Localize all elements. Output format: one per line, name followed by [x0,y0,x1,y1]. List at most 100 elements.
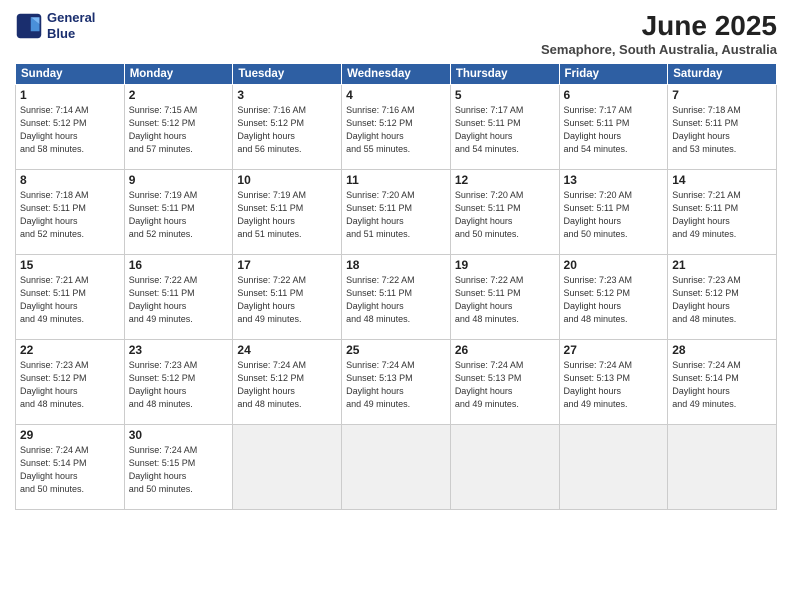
calendar-cell: 2 Sunrise: 7:15 AMSunset: 5:12 PMDaylight… [124,85,233,170]
day-info: Sunrise: 7:23 AMSunset: 5:12 PMDaylight … [129,359,229,411]
col-friday: Friday [559,64,668,85]
day-info: Sunrise: 7:24 AMSunset: 5:12 PMDaylight … [237,359,337,411]
calendar-cell [559,425,668,510]
calendar-cell: 18 Sunrise: 7:22 AMSunset: 5:11 PMDayligh… [342,255,451,340]
day-number: 18 [346,258,446,272]
col-tuesday: Tuesday [233,64,342,85]
calendar-week-row: 8 Sunrise: 7:18 AMSunset: 5:11 PMDaylight… [16,170,777,255]
calendar-page: General Blue June 2025 Semaphore, South … [0,0,792,612]
day-number: 13 [564,173,664,187]
day-number: 7 [672,88,772,102]
day-number: 9 [129,173,229,187]
day-number: 4 [346,88,446,102]
col-thursday: Thursday [450,64,559,85]
calendar-cell: 30 Sunrise: 7:24 AMSunset: 5:15 PMDayligh… [124,425,233,510]
calendar-cell: 9Sunrise: 7:19 AMSunset: 5:11 PMDaylight… [124,170,233,255]
calendar-cell: 8 Sunrise: 7:18 AMSunset: 5:11 PMDaylight… [16,170,125,255]
calendar-cell: 19 Sunrise: 7:22 AMSunset: 5:11 PMDayligh… [450,255,559,340]
calendar-cell: 26Sunrise: 7:24 AMSunset: 5:13 PMDayligh… [450,340,559,425]
col-saturday: Saturday [668,64,777,85]
calendar-cell: 17Sunrise: 7:22 AMSunset: 5:11 PMDayligh… [233,255,342,340]
calendar-header-row: Sunday Monday Tuesday Wednesday Thursday… [16,64,777,85]
logo-text-line1: General [47,10,95,26]
calendar-cell: 20 Sunrise: 7:23 AMSunset: 5:12 PMDayligh… [559,255,668,340]
page-header: General Blue June 2025 Semaphore, South … [15,10,777,57]
day-number: 30 [129,428,229,442]
day-info: Sunrise: 7:20 AMSunset: 5:11 PMDaylight … [455,189,555,241]
day-info: Sunrise: 7:20 AMSunset: 5:11 PMDaylight … [564,189,664,241]
calendar-cell: 29Sunrise: 7:24 AMSunset: 5:14 PMDayligh… [16,425,125,510]
day-info: Sunrise: 7:16 AMSunset: 5:12 PMDaylight … [237,104,337,156]
calendar-week-row: 15Sunrise: 7:21 AMSunset: 5:11 PMDayligh… [16,255,777,340]
day-number: 14 [672,173,772,187]
day-info: Sunrise: 7:15 AMSunset: 5:12 PMDaylight … [129,104,229,156]
day-number: 19 [455,258,555,272]
calendar-cell: 25 Sunrise: 7:24 AMSunset: 5:13 PMDayligh… [342,340,451,425]
calendar-cell: 3 Sunrise: 7:16 AMSunset: 5:12 PMDaylight… [233,85,342,170]
day-info: Sunrise: 7:17 AMSunset: 5:11 PMDaylight … [455,104,555,156]
day-info: Sunrise: 7:23 AMSunset: 5:12 PMDaylight … [20,359,120,411]
logo: General Blue [15,10,95,41]
day-number: 2 [129,88,229,102]
calendar-week-row: 29Sunrise: 7:24 AMSunset: 5:14 PMDayligh… [16,425,777,510]
day-info: Sunrise: 7:24 AMSunset: 5:13 PMDaylight … [564,359,664,411]
calendar-cell [233,425,342,510]
day-info: Sunrise: 7:14 AMSunset: 5:12 PMDaylight … [20,104,120,156]
calendar-cell: 15Sunrise: 7:21 AMSunset: 5:11 PMDayligh… [16,255,125,340]
calendar-cell: 22 Sunrise: 7:23 AMSunset: 5:12 PMDayligh… [16,340,125,425]
day-number: 17 [237,258,337,272]
day-number: 5 [455,88,555,102]
day-info: Sunrise: 7:16 AMSunset: 5:12 PMDaylight … [346,104,446,156]
day-number: 10 [237,173,337,187]
day-info: Sunrise: 7:23 AMSunset: 5:12 PMDaylight … [564,274,664,326]
day-info: Sunrise: 7:22 AMSunset: 5:11 PMDaylight … [455,274,555,326]
day-number: 12 [455,173,555,187]
day-number: 23 [129,343,229,357]
day-info: Sunrise: 7:18 AMSunset: 5:11 PMDaylight … [672,104,772,156]
calendar-cell: 6Sunrise: 7:17 AMSunset: 5:11 PMDaylight… [559,85,668,170]
calendar-cell: 10Sunrise: 7:19 AMSunset: 5:11 PMDayligh… [233,170,342,255]
day-info: Sunrise: 7:24 AMSunset: 5:13 PMDaylight … [346,359,446,411]
day-number: 26 [455,343,555,357]
calendar-cell: 13 Sunrise: 7:20 AMSunset: 5:11 PMDayligh… [559,170,668,255]
day-number: 21 [672,258,772,272]
title-block: June 2025 Semaphore, South Australia, Au… [541,10,777,57]
calendar-cell [342,425,451,510]
day-number: 28 [672,343,772,357]
day-number: 25 [346,343,446,357]
calendar-week-row: 1 Sunrise: 7:14 AMSunset: 5:12 PMDaylight… [16,85,777,170]
day-number: 8 [20,173,120,187]
day-info: Sunrise: 7:18 AMSunset: 5:11 PMDaylight … [20,189,120,241]
day-number: 20 [564,258,664,272]
calendar-cell: 23 Sunrise: 7:23 AMSunset: 5:12 PMDayligh… [124,340,233,425]
day-number: 27 [564,343,664,357]
day-info: Sunrise: 7:22 AMSunset: 5:11 PMDaylight … [129,274,229,326]
day-number: 22 [20,343,120,357]
calendar-cell: 4 Sunrise: 7:16 AMSunset: 5:12 PMDaylight… [342,85,451,170]
calendar-cell [450,425,559,510]
col-sunday: Sunday [16,64,125,85]
day-number: 1 [20,88,120,102]
calendar-cell: 16 Sunrise: 7:22 AMSunset: 5:11 PMDayligh… [124,255,233,340]
day-number: 15 [20,258,120,272]
logo-text-line2: Blue [47,26,95,42]
day-info: Sunrise: 7:24 AMSunset: 5:14 PMDaylight … [672,359,772,411]
day-info: Sunrise: 7:24 AMSunset: 5:15 PMDaylight … [129,444,229,496]
day-number: 3 [237,88,337,102]
col-monday: Monday [124,64,233,85]
calendar-cell: 7 Sunrise: 7:18 AMSunset: 5:11 PMDaylight… [668,85,777,170]
calendar-cell: 14 Sunrise: 7:21 AMSunset: 5:11 PMDayligh… [668,170,777,255]
calendar-cell: 11Sunrise: 7:20 AMSunset: 5:11 PMDayligh… [342,170,451,255]
day-number: 16 [129,258,229,272]
calendar-table: Sunday Monday Tuesday Wednesday Thursday… [15,63,777,510]
calendar-week-row: 22 Sunrise: 7:23 AMSunset: 5:12 PMDayligh… [16,340,777,425]
calendar-cell: 5 Sunrise: 7:17 AMSunset: 5:11 PMDaylight… [450,85,559,170]
day-number: 24 [237,343,337,357]
day-info: Sunrise: 7:21 AMSunset: 5:11 PMDaylight … [672,189,772,241]
day-info: Sunrise: 7:24 AMSunset: 5:14 PMDaylight … [20,444,120,496]
logo-icon [15,12,43,40]
calendar-cell: 1 Sunrise: 7:14 AMSunset: 5:12 PMDaylight… [16,85,125,170]
day-info: Sunrise: 7:22 AMSunset: 5:11 PMDaylight … [346,274,446,326]
col-wednesday: Wednesday [342,64,451,85]
calendar-cell: 21Sunrise: 7:23 AMSunset: 5:12 PMDayligh… [668,255,777,340]
